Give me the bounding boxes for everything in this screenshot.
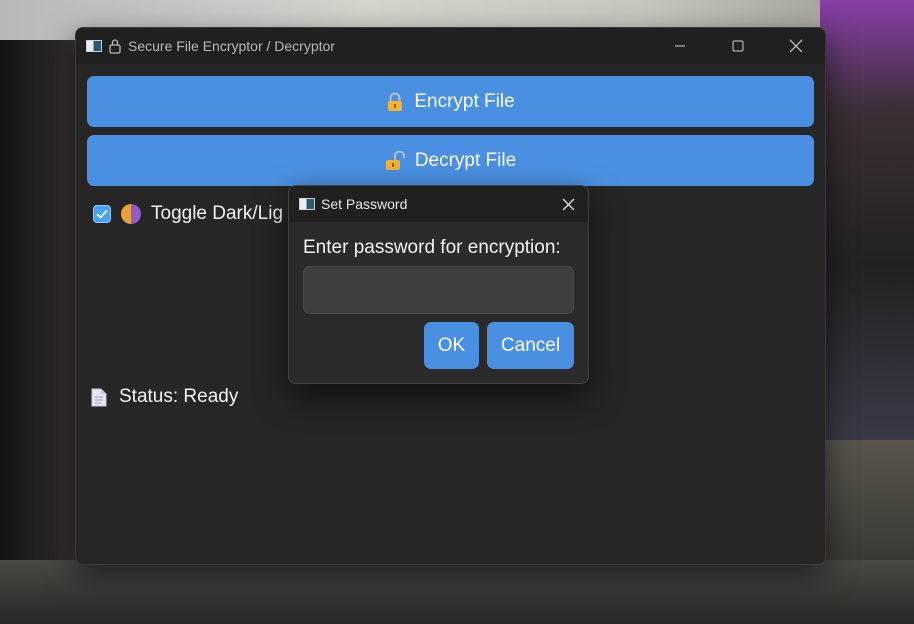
close-icon	[562, 198, 574, 210]
decrypt-file-label: Decrypt File	[414, 149, 517, 171]
dialog-title: Set Password	[321, 196, 408, 212]
minimize-icon	[675, 45, 685, 47]
maximize-button[interactable]	[709, 28, 767, 64]
minimize-button[interactable]	[651, 28, 709, 64]
encrypt-file-button[interactable]: Encrypt File	[87, 76, 814, 127]
close-icon	[789, 39, 803, 53]
ok-button[interactable]: OK	[424, 322, 479, 369]
window-titlebar[interactable]: Secure File Encryptor / Decryptor	[76, 28, 825, 64]
set-password-dialog: Set Password Enter password for encrypti…	[288, 185, 589, 384]
status-bar: Status: Ready	[91, 386, 238, 408]
maximize-icon	[732, 40, 744, 52]
status-text: Status: Ready	[119, 386, 239, 407]
password-input[interactable]	[303, 266, 574, 314]
cancel-button[interactable]: Cancel	[487, 322, 574, 369]
dialog-app-icon	[299, 198, 315, 210]
theme-toggle-checkbox[interactable]	[93, 205, 111, 223]
close-button[interactable]	[767, 28, 825, 64]
dialog-titlebar[interactable]: Set Password	[289, 186, 588, 222]
background-ground	[0, 560, 914, 624]
app-icon	[86, 40, 102, 52]
checkmark-icon	[96, 209, 108, 219]
half-moon-icon	[121, 204, 141, 224]
window-title: Secure File Encryptor / Decryptor	[128, 38, 335, 54]
theme-toggle[interactable]: Toggle Dark/Lig	[93, 203, 283, 225]
password-prompt: Enter password for encryption:	[303, 237, 561, 258]
lock-open-icon	[385, 150, 405, 171]
lock-icon	[109, 39, 121, 54]
decrypt-file-button[interactable]: Decrypt File	[87, 135, 814, 186]
theme-toggle-label: Toggle Dark/Lig	[151, 203, 284, 224]
encrypt-file-label: Encrypt File	[414, 90, 515, 112]
lock-closed-icon	[386, 92, 404, 112]
document-icon	[91, 388, 107, 406]
dialog-close-button[interactable]	[558, 194, 578, 214]
background-figure-right	[820, 0, 914, 440]
